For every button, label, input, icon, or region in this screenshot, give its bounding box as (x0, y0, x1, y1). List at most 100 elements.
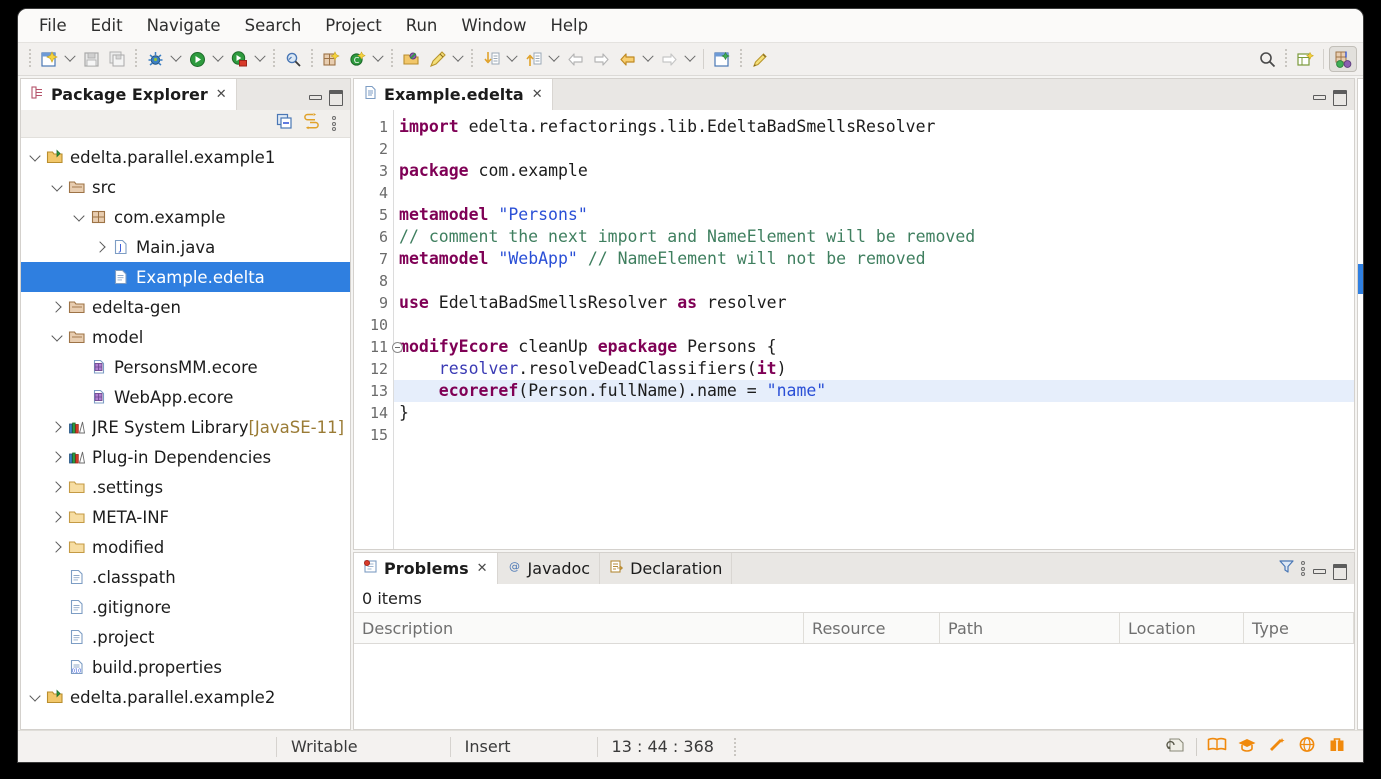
magic-wand-icon[interactable] (1267, 736, 1287, 757)
maximize-icon[interactable] (327, 87, 343, 103)
outline-item-row[interactable]: card : CreditCard (1358, 354, 1364, 384)
briefcase-icon[interactable] (1327, 736, 1347, 757)
save-icon[interactable] (78, 47, 104, 71)
package-explorer-item-row[interactable]: .classpath (21, 562, 350, 592)
pin-editor-icon[interactable] (747, 47, 773, 71)
new-java-package-icon[interactable] (318, 47, 344, 71)
quick-fix-dropdown-icon[interactable] (450, 47, 466, 71)
next-annotation-dropdown-icon[interactable] (504, 47, 520, 71)
back-icon[interactable] (614, 47, 640, 71)
code-line[interactable] (394, 314, 1354, 336)
run-dropdown-icon[interactable] (210, 47, 226, 71)
outline-item-row[interactable]: Address (1358, 384, 1364, 414)
outline-item-row[interactable]: age : EInt (1358, 294, 1364, 324)
debug-dropdown-icon[interactable] (168, 47, 184, 71)
save-all-icon[interactable] (104, 47, 130, 71)
problems-column-header[interactable]: Type (1244, 613, 1354, 643)
menu-window[interactable]: Window (450, 13, 537, 38)
tab-javadoc[interactable]: @ Javadoc (498, 553, 601, 584)
package-explorer-item-row[interactable]: Plug-in Dependencies (21, 442, 350, 472)
minimize-icon[interactable] (1311, 87, 1327, 103)
maximize-icon[interactable] (1331, 87, 1347, 103)
coverage-icon[interactable] (226, 47, 252, 71)
new-class-dropdown-icon[interactable] (370, 47, 386, 71)
menu-search[interactable]: Search (234, 13, 313, 38)
outline-item-row[interactable]: NameElement (1358, 444, 1364, 474)
previous-annotation-dropdown-icon[interactable] (546, 47, 562, 71)
package-explorer-item-row[interactable]: JMain.java (21, 232, 350, 262)
chevron-right-icon[interactable] (49, 449, 65, 465)
outline-item-row[interactable]: name : EString (1358, 264, 1364, 294)
package-explorer-item-row[interactable]: 010build.properties (21, 652, 350, 682)
package-explorer-item-row[interactable]: WebApp.ecore (21, 382, 350, 412)
filter-icon[interactable] (1278, 558, 1295, 579)
previous-annotation-icon[interactable] (520, 47, 546, 71)
code-line[interactable] (394, 424, 1354, 446)
package-explorer-item-row[interactable]: JRE System Library [JavaSE-11] (21, 412, 350, 442)
package-explorer-item-row[interactable]: Example.edelta (21, 262, 350, 292)
package-explorer-item-row[interactable]: META-INF (21, 502, 350, 532)
menu-edit[interactable]: Edit (80, 13, 134, 38)
code-area[interactable]: 123456789101112131415 import edelta.refa… (354, 110, 1354, 549)
chevron-down-icon[interactable] (27, 149, 43, 165)
package-explorer-tree[interactable]: edelta.parallel.example1srccom.exampleJM… (21, 138, 350, 729)
tab-problems[interactable]: Problems ✕ (354, 553, 498, 584)
package-explorer-item-row[interactable]: modified (21, 532, 350, 562)
chevron-right-icon[interactable] (49, 479, 65, 495)
package-explorer-item-row[interactable]: edelta.parallel.example1 (21, 142, 350, 172)
package-explorer-item-row[interactable]: edelta.parallel.example2 (21, 682, 350, 712)
source-code[interactable]: import edelta.refactorings.lib.EdeltaBad… (394, 110, 1354, 549)
outline-item-row[interactable]: address : Address (1358, 324, 1364, 354)
chevron-down-icon[interactable] (71, 209, 87, 225)
chevron-right-icon[interactable] (49, 419, 65, 435)
forward-history-icon[interactable] (588, 47, 614, 71)
chevron-right-icon[interactable] (93, 239, 109, 255)
forward-dropdown-icon[interactable] (682, 47, 698, 71)
code-line[interactable]: use EdeltaBadSmellsResolver as resolver (394, 292, 1354, 314)
problems-column-header[interactable]: Description (354, 613, 804, 643)
smart-insert-icon[interactable] (1166, 736, 1186, 757)
tab-declaration[interactable]: Declaration (600, 553, 732, 584)
menu-help[interactable]: Help (539, 13, 599, 38)
close-icon[interactable]: ✕ (532, 88, 543, 101)
close-icon[interactable]: ✕ (477, 562, 488, 575)
outline-item-row[interactable]: Persons (1358, 174, 1364, 204)
code-line[interactable] (394, 270, 1354, 292)
code-line[interactable]: } (394, 402, 1354, 424)
back-dropdown-icon[interactable] (640, 47, 656, 71)
search-icon[interactable] (1254, 47, 1280, 71)
view-menu-icon[interactable] (330, 115, 338, 133)
code-line[interactable] (394, 138, 1354, 160)
globe-icon[interactable] (1297, 736, 1317, 757)
chevron-right-icon[interactable] (49, 509, 65, 525)
code-line[interactable]: resolver.resolveDeadClassifiers(it) (394, 358, 1354, 380)
package-explorer-item-row[interactable]: com.example (21, 202, 350, 232)
open-perspective-icon[interactable] (1292, 47, 1318, 71)
back-history-icon[interactable] (562, 47, 588, 71)
code-line[interactable] (394, 182, 1354, 204)
collapse-all-icon[interactable] (276, 113, 293, 134)
package-explorer-item-row[interactable]: edelta-gen (21, 292, 350, 322)
code-line[interactable]: modifyEcore cleanUp epackage Persons { (394, 336, 1354, 358)
close-icon[interactable]: ✕ (216, 88, 227, 101)
code-line[interactable]: import edelta.refactorings.lib.EdeltaBad… (394, 116, 1354, 138)
outline-item-row[interactable]: CreditCard (1358, 414, 1364, 444)
forward-icon[interactable] (656, 47, 682, 71)
chevron-right-icon[interactable] (49, 539, 65, 555)
next-annotation-icon[interactable] (478, 47, 504, 71)
menu-file[interactable]: File (28, 13, 78, 38)
menu-navigate[interactable]: Navigate (136, 13, 232, 38)
package-explorer-item-row[interactable]: PersonsMM.ecore (21, 352, 350, 382)
fold-collapse-icon[interactable] (392, 342, 403, 353)
maximize-icon[interactable] (1331, 561, 1347, 577)
package-explorer-item-row[interactable]: src (21, 172, 350, 202)
package-explorer-item-row[interactable]: .settings (21, 472, 350, 502)
coverage-dropdown-icon[interactable] (252, 47, 268, 71)
new-editor-icon[interactable] (709, 47, 735, 71)
chevron-down-icon[interactable] (49, 179, 65, 195)
new-wizard-icon[interactable] (36, 47, 62, 71)
code-line[interactable]: // comment the next import and NameEleme… (394, 226, 1354, 248)
search-declaration-icon[interactable] (280, 47, 306, 71)
perspective-plugin-development-icon[interactable] (1329, 46, 1357, 72)
outline-item-row[interactable]: com.example (1358, 114, 1364, 144)
